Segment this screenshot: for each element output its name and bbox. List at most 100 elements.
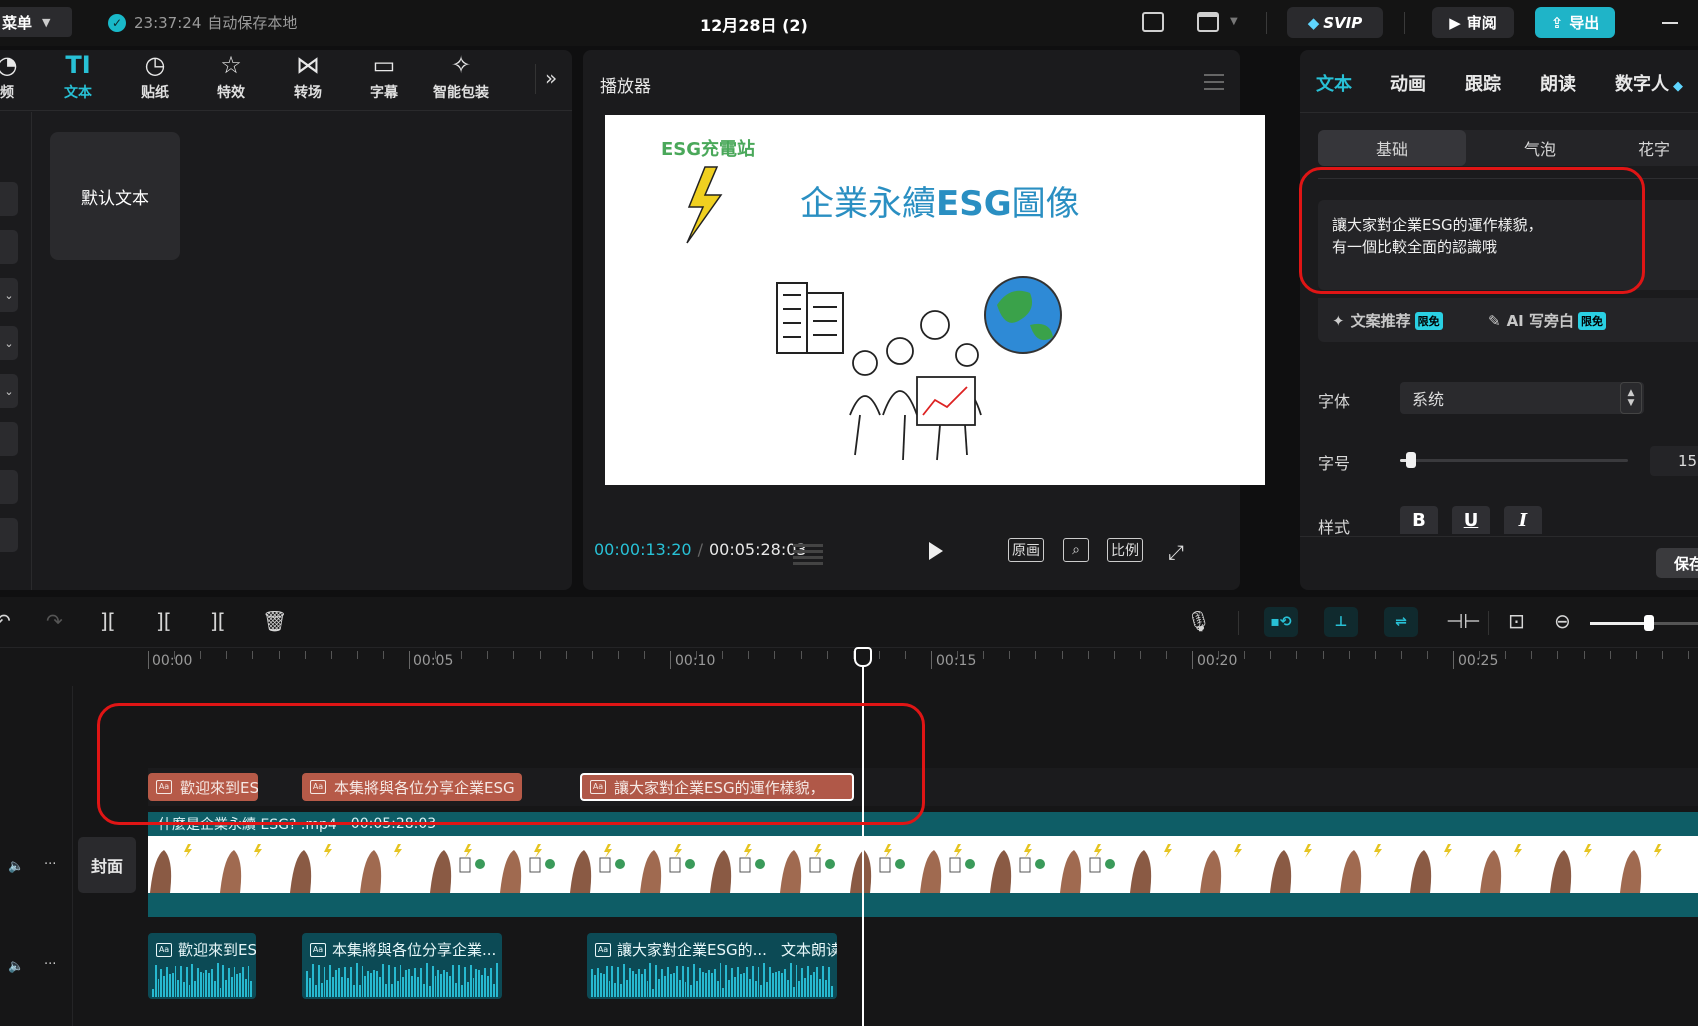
tab-tracking[interactable]: 跟踪	[1465, 70, 1501, 96]
video-clip-footer[interactable]	[148, 893, 1698, 917]
waveform-bar	[696, 981, 699, 997]
save-preset-button[interactable]: 保存预设	[1656, 548, 1698, 578]
category-item[interactable]	[0, 470, 18, 504]
export-button[interactable]: ⇪ 导出	[1535, 7, 1615, 38]
tab-digital-human[interactable]: 数字人 ◆	[1615, 70, 1683, 96]
waveform-bar	[381, 964, 384, 997]
split-icon[interactable]: ][	[100, 609, 116, 633]
waveform-toggle-icon[interactable]	[793, 544, 823, 566]
subtab-basic[interactable]: 基础	[1318, 130, 1466, 166]
category-item[interactable]	[0, 422, 18, 456]
ruler-label: 00:00	[152, 653, 193, 669]
tab-read-aloud[interactable]: 朗读	[1540, 70, 1576, 96]
font-select[interactable]: 系统	[1400, 382, 1644, 414]
svip-button[interactable]: ◆ SVIP	[1287, 7, 1383, 38]
playhead-handle[interactable]	[854, 647, 872, 667]
original-quality-button[interactable]: 原画	[1008, 538, 1044, 562]
track-audio-icon[interactable]: 🔈	[8, 959, 24, 974]
audio-clip[interactable]: Aa 讓大家對企業ESG的... 文本朗读	[587, 933, 837, 999]
track-audio-icon[interactable]: 🔈	[8, 859, 24, 874]
audio-clip[interactable]: Aa 本集將與各位分享企業...	[302, 933, 502, 999]
category-expand[interactable]: ⌄	[0, 326, 18, 360]
waveform-bar	[623, 963, 626, 997]
tool-effects[interactable]: ☆ 特效	[196, 50, 266, 106]
copy-recommend-button[interactable]: ✦ 文案推荐 限免	[1332, 310, 1443, 331]
slider-handle[interactable]	[1406, 452, 1417, 468]
microphone-icon[interactable]: 🎙	[1186, 609, 1211, 633]
underline-button[interactable]: U	[1452, 506, 1490, 534]
ruler-tick	[461, 651, 463, 659]
text-clip-selected[interactable]: Aa 讓大家對企業ESG的運作樣貌，	[580, 773, 854, 801]
video-preview[interactable]: ESG充電站 企業永續ESG圖像	[605, 115, 1265, 485]
ruler-tick	[1453, 651, 1454, 669]
layout-icon[interactable]	[1197, 12, 1219, 32]
fullscreen-icon[interactable]: ⤢	[1168, 540, 1184, 564]
text-content-input[interactable]: 讓大家對企業ESG的運作樣貌， 有一個比較全面的認識哦	[1318, 200, 1698, 290]
delete-icon[interactable]: 🗑	[262, 609, 287, 633]
text-icon: TI	[65, 51, 91, 79]
font-size-slider[interactable]	[1400, 452, 1628, 468]
main-track-magnet-icon[interactable]: ▪⟲	[1264, 607, 1298, 637]
zoom-fit-icon[interactable]: ⌕	[1063, 538, 1089, 562]
video-clip-header[interactable]: 什麼是企業永續 ESG? .mp4 00:05:28:03	[148, 812, 1698, 836]
tool-smart-pack[interactable]: ✧ 智能包装	[426, 50, 496, 106]
shortcuts-icon[interactable]	[1142, 12, 1164, 32]
auto-snap-icon[interactable]: ⊥	[1324, 607, 1358, 637]
cover-button[interactable]: 封面	[78, 837, 136, 893]
waveform-bar	[475, 969, 478, 997]
tool-caption[interactable]: ▭ 字幕	[349, 50, 419, 106]
tool-sticker[interactable]: ◷ 贴纸	[120, 50, 190, 106]
trim-left-icon[interactable]: ][	[156, 609, 172, 633]
split-preview-icon[interactable]: ⊣⊢	[1446, 609, 1481, 633]
review-button[interactable]: ▶ 审阅	[1432, 7, 1514, 38]
category-expand[interactable]: ⌄	[0, 374, 18, 408]
slider-handle[interactable]	[1644, 615, 1655, 631]
preview-axis-icon[interactable]: ⊡	[1508, 609, 1525, 633]
audio-clip[interactable]: Aa 歡迎來到ES	[148, 933, 256, 999]
playhead[interactable]	[862, 650, 864, 1026]
zoom-out-icon[interactable]: ⊖	[1554, 609, 1571, 633]
redo-icon[interactable]: ↷	[46, 609, 63, 633]
italic-button[interactable]: I	[1504, 506, 1542, 534]
video-thumbnail	[780, 844, 835, 893]
font-stepper[interactable]: ▲ ▼	[1620, 382, 1642, 414]
more-tools-icon[interactable]: »	[545, 66, 557, 90]
timeline-zoom-slider[interactable]	[1590, 615, 1698, 631]
bold-button[interactable]: B	[1400, 506, 1438, 534]
waveform-bar	[640, 974, 643, 997]
video-thumbnail	[360, 844, 402, 893]
tab-animation[interactable]: 动画	[1390, 70, 1426, 96]
layout-chevron-icon[interactable]: ▼	[1230, 16, 1238, 27]
text-clip[interactable]: Aa 歡迎來到ES	[148, 773, 258, 801]
player-menu-icon[interactable]	[1204, 74, 1224, 90]
waveform-bar	[233, 966, 236, 997]
play-icon[interactable]	[929, 542, 943, 560]
divider	[1238, 611, 1239, 635]
trim-right-icon[interactable]: ][	[210, 609, 226, 633]
tool-media[interactable]: ◔ 频	[0, 50, 42, 106]
font-size-input[interactable]: 15	[1650, 446, 1698, 476]
category-item[interactable]	[0, 230, 18, 264]
waveform-bar	[798, 981, 801, 997]
subtab-bubble[interactable]: 气泡	[1466, 130, 1614, 166]
text-clip[interactable]: Aa 本集將與各位分享企業ESG	[302, 773, 522, 801]
category-item[interactable]	[0, 182, 18, 216]
minimize-icon[interactable]	[1662, 22, 1678, 24]
track-more-icon[interactable]: ···	[44, 957, 56, 972]
linkage-icon[interactable]: ⇌	[1384, 607, 1418, 637]
tool-text[interactable]: TI 文本	[43, 50, 113, 106]
ai-narration-button[interactable]: ✎ AI 写旁白 限免	[1488, 310, 1606, 331]
aspect-ratio-button[interactable]: 比例	[1107, 538, 1143, 562]
track-more-icon[interactable]: ···	[44, 857, 56, 872]
video-clip-thumbnails[interactable]	[148, 836, 1698, 893]
waveform-bar	[786, 979, 789, 997]
project-title[interactable]: 12月28日 (2)	[700, 12, 808, 36]
menu-button[interactable]: 菜单 ▼	[0, 7, 72, 37]
default-text-card[interactable]: 默认文本	[50, 132, 180, 260]
tool-transition[interactable]: ⋈ 转场	[273, 50, 343, 106]
tab-text[interactable]: 文本	[1316, 70, 1352, 96]
undo-icon[interactable]: ↶	[0, 609, 11, 633]
subtab-fancy-text[interactable]: 花字	[1638, 130, 1698, 166]
category-item[interactable]	[0, 518, 18, 552]
category-expand[interactable]: ⌄	[0, 278, 18, 312]
